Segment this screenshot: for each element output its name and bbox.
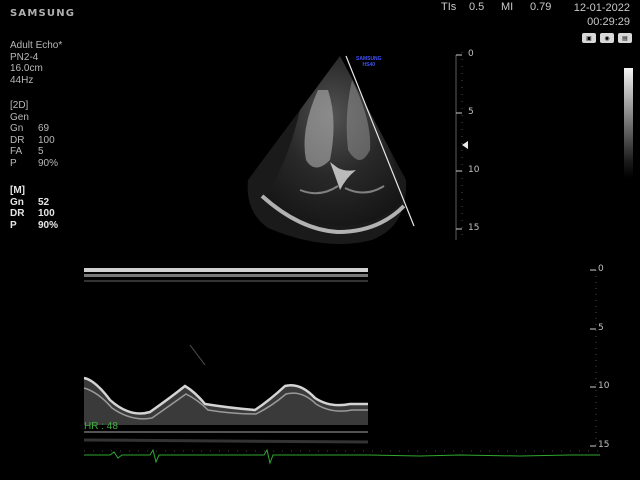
- depth-scale-m: [590, 269, 597, 448]
- image-marker: SAMSUNG HS40: [356, 56, 382, 68]
- depth-2d-label: 0: [468, 49, 474, 59]
- heart-rate-readout: HR : 48: [84, 421, 118, 432]
- depth-m-label: 15: [598, 440, 610, 450]
- ultrasound-image-layer: [83, 52, 600, 465]
- depth-m-label: 0: [598, 264, 604, 274]
- marker-line2: HS40: [362, 62, 376, 68]
- depth-2d-label: 10: [468, 165, 480, 175]
- depth-2d-label: 5: [468, 107, 474, 117]
- sector-image: [247, 56, 407, 244]
- depth-scale-2d: [455, 52, 468, 240]
- focus-marker-icon: [462, 141, 468, 149]
- depth-m-label: 5: [598, 323, 604, 333]
- ecg-trace: [84, 448, 600, 465]
- depth-2d-label: 15: [468, 223, 480, 233]
- depth-m-label: 10: [598, 381, 610, 391]
- m-mode-trace: [83, 268, 369, 444]
